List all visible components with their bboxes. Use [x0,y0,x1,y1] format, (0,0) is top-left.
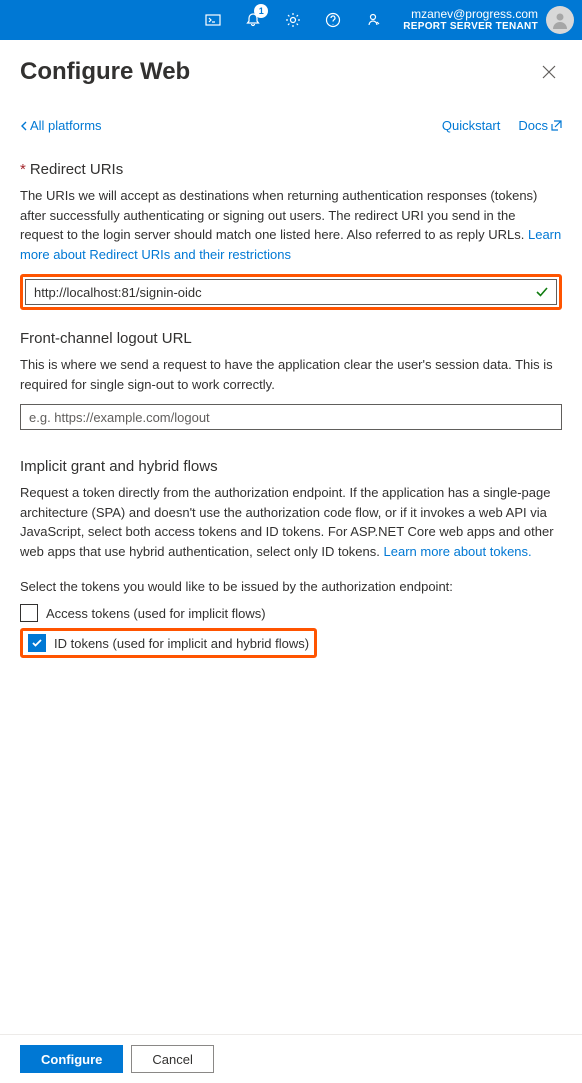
feedback-icon[interactable] [353,0,393,40]
logout-url-heading: Front-channel logout URL [20,330,562,347]
id-tokens-label: ID tokens (used for implicit and hybrid … [54,636,309,651]
redirect-uri-highlight [20,274,562,310]
check-icon [535,285,549,299]
chevron-left-icon [20,121,28,131]
close-button[interactable] [536,59,562,85]
footer: Configure Cancel [0,1034,582,1083]
notifications-icon[interactable]: 1 [233,0,273,40]
access-tokens-checkbox[interactable] [20,604,38,622]
cancel-button[interactable]: Cancel [131,1045,213,1073]
page-title: Configure Web [20,58,190,86]
quickstart-link[interactable]: Quickstart [442,118,501,133]
nav-right: Quickstart Docs [442,118,562,133]
logout-url-description: This is where we send a request to have … [20,355,562,394]
redirect-uri-input[interactable] [25,279,557,305]
implicit-grant-heading: Implicit grant and hybrid flows [20,458,562,475]
docs-link[interactable]: Docs [518,118,562,133]
external-link-icon [551,120,562,131]
help-icon[interactable] [313,0,353,40]
implicit-grant-description: Request a token directly from the author… [20,483,562,561]
redirect-uris-heading: *Redirect URIs [20,161,562,178]
top-header: 1 mzanev@progress.com REPORT SERVER TENA… [0,0,582,40]
id-tokens-highlight: ID tokens (used for implicit and hybrid … [20,628,317,658]
avatar [546,6,574,34]
content: All platforms Quickstart Docs *Redirect … [0,118,582,658]
redirect-uris-description: The URIs we will accept as destinations … [20,186,562,264]
notification-badge: 1 [254,4,268,18]
required-star: * [20,161,26,178]
user-email: mzanev@progress.com [403,7,538,21]
back-all-platforms-link[interactable]: All platforms [20,118,102,133]
settings-icon[interactable] [273,0,313,40]
logout-url-input[interactable] [20,404,562,430]
access-tokens-label: Access tokens (used for implicit flows) [46,606,266,621]
user-tenant: REPORT SERVER TENANT [403,21,538,33]
id-tokens-checkbox[interactable] [28,634,46,652]
cloud-shell-icon[interactable] [193,0,233,40]
access-tokens-row: Access tokens (used for implicit flows) [20,604,562,622]
header-icons: 1 [193,0,393,40]
nav-row: All platforms Quickstart Docs [20,118,562,133]
tokens-learn-link[interactable]: Learn more about tokens. [384,544,532,559]
user-account[interactable]: mzanev@progress.com REPORT SERVER TENANT [403,6,574,34]
configure-button[interactable]: Configure [20,1045,123,1073]
page-title-row: Configure Web [0,40,582,96]
token-select-prompt: Select the tokens you would like to be i… [20,579,562,594]
